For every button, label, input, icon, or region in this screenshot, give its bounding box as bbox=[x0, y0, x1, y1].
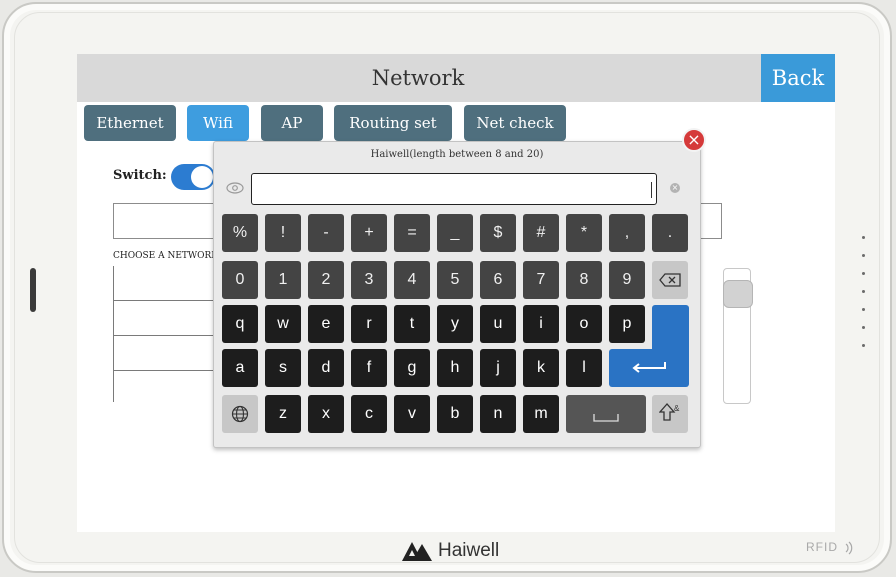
key[interactable]: x bbox=[308, 395, 344, 433]
key[interactable]: ! bbox=[265, 214, 301, 252]
key[interactable]: t bbox=[394, 305, 430, 343]
shift-icon: & bbox=[658, 403, 680, 421]
eye-icon[interactable] bbox=[226, 182, 244, 194]
key[interactable]: a bbox=[222, 349, 258, 387]
key[interactable]: + bbox=[351, 214, 387, 252]
key[interactable]: 3 bbox=[351, 261, 387, 299]
brand-logo: Haiwell bbox=[400, 536, 499, 566]
tab-ethernet[interactable]: Ethernet bbox=[84, 105, 176, 141]
svg-text:&: & bbox=[674, 404, 680, 413]
side-slot bbox=[30, 268, 36, 312]
list-item[interactable] bbox=[114, 336, 214, 371]
page-title: Network bbox=[371, 66, 465, 90]
key[interactable]: 9 bbox=[609, 261, 645, 299]
space-icon bbox=[593, 414, 619, 422]
key[interactable]: . bbox=[652, 214, 688, 252]
key[interactable]: 8 bbox=[566, 261, 602, 299]
tab-wifi[interactable]: Wifi bbox=[187, 105, 249, 141]
key[interactable]: z bbox=[265, 395, 301, 433]
list-item[interactable] bbox=[114, 371, 214, 405]
key[interactable]: % bbox=[222, 214, 258, 252]
list-item[interactable] bbox=[114, 301, 214, 336]
shift-key[interactable]: & bbox=[652, 395, 688, 433]
key[interactable]: p bbox=[609, 305, 645, 343]
key[interactable]: 0 bbox=[222, 261, 258, 299]
key[interactable]: m bbox=[523, 395, 559, 433]
clear-icon[interactable]: × bbox=[670, 183, 680, 193]
switch-knob bbox=[191, 166, 213, 188]
close-icon[interactable]: × bbox=[682, 128, 706, 152]
key[interactable]: $ bbox=[480, 214, 516, 252]
key[interactable]: y bbox=[437, 305, 473, 343]
enter-key-top[interactable] bbox=[652, 305, 689, 355]
key[interactable]: f bbox=[351, 349, 387, 387]
key[interactable]: 7 bbox=[523, 261, 559, 299]
key[interactable]: 2 bbox=[308, 261, 344, 299]
key[interactable]: 1 bbox=[265, 261, 301, 299]
globe-key[interactable] bbox=[222, 395, 258, 433]
key[interactable]: h bbox=[437, 349, 473, 387]
title-bar: Network Back bbox=[77, 54, 835, 102]
key[interactable]: j bbox=[480, 349, 516, 387]
virtual-keyboard: Haiwell(length between 8 and 20) × % ! -… bbox=[213, 141, 701, 448]
key[interactable]: v bbox=[394, 395, 430, 433]
scrollbar-thumb[interactable] bbox=[723, 280, 753, 308]
haiwell-logo-icon bbox=[402, 542, 432, 561]
key[interactable]: o bbox=[566, 305, 602, 343]
key[interactable]: k bbox=[523, 349, 559, 387]
key[interactable]: 5 bbox=[437, 261, 473, 299]
speaker-dots bbox=[862, 236, 868, 362]
network-list bbox=[113, 266, 214, 402]
tab-ap[interactable]: AP bbox=[261, 105, 323, 141]
text-caret bbox=[651, 182, 652, 198]
key[interactable]: n bbox=[480, 395, 516, 433]
rfid-label: RFID bbox=[806, 540, 856, 555]
key[interactable]: d bbox=[308, 349, 344, 387]
space-key[interactable] bbox=[566, 395, 646, 433]
key[interactable]: w bbox=[265, 305, 301, 343]
key[interactable]: r bbox=[351, 305, 387, 343]
switch-label: Switch: bbox=[113, 168, 167, 183]
keyboard-hint: Haiwell(length between 8 and 20) bbox=[370, 149, 544, 160]
key[interactable]: q bbox=[222, 305, 258, 343]
key[interactable]: 6 bbox=[480, 261, 516, 299]
key[interactable]: s bbox=[265, 349, 301, 387]
enter-icon bbox=[632, 362, 666, 373]
key[interactable]: g bbox=[394, 349, 430, 387]
rfid-text: RFID bbox=[806, 540, 838, 554]
key[interactable]: _ bbox=[437, 214, 473, 252]
brand-name: Haiwell bbox=[438, 540, 500, 561]
tab-routing-set[interactable]: Routing set bbox=[334, 105, 452, 141]
list-item[interactable] bbox=[114, 266, 214, 301]
key[interactable]: # bbox=[523, 214, 559, 252]
globe-icon bbox=[231, 405, 249, 423]
tab-net-check[interactable]: Net check bbox=[464, 105, 566, 141]
backspace-icon bbox=[659, 273, 681, 287]
key[interactable]: = bbox=[394, 214, 430, 252]
key[interactable]: * bbox=[566, 214, 602, 252]
backspace-key[interactable] bbox=[652, 261, 688, 299]
key[interactable]: b bbox=[437, 395, 473, 433]
key[interactable]: l bbox=[566, 349, 602, 387]
back-button[interactable]: Back bbox=[761, 54, 835, 102]
key[interactable]: c bbox=[351, 395, 387, 433]
key[interactable]: e bbox=[308, 305, 344, 343]
key[interactable]: , bbox=[609, 214, 645, 252]
nfc-icon bbox=[845, 541, 853, 555]
key[interactable]: i bbox=[523, 305, 559, 343]
choose-network-label: CHOOSE A NETWORK. bbox=[113, 251, 221, 261]
key[interactable]: 4 bbox=[394, 261, 430, 299]
wifi-switch[interactable] bbox=[171, 164, 215, 190]
password-input[interactable] bbox=[251, 173, 657, 205]
key[interactable]: - bbox=[308, 214, 344, 252]
key[interactable]: u bbox=[480, 305, 516, 343]
